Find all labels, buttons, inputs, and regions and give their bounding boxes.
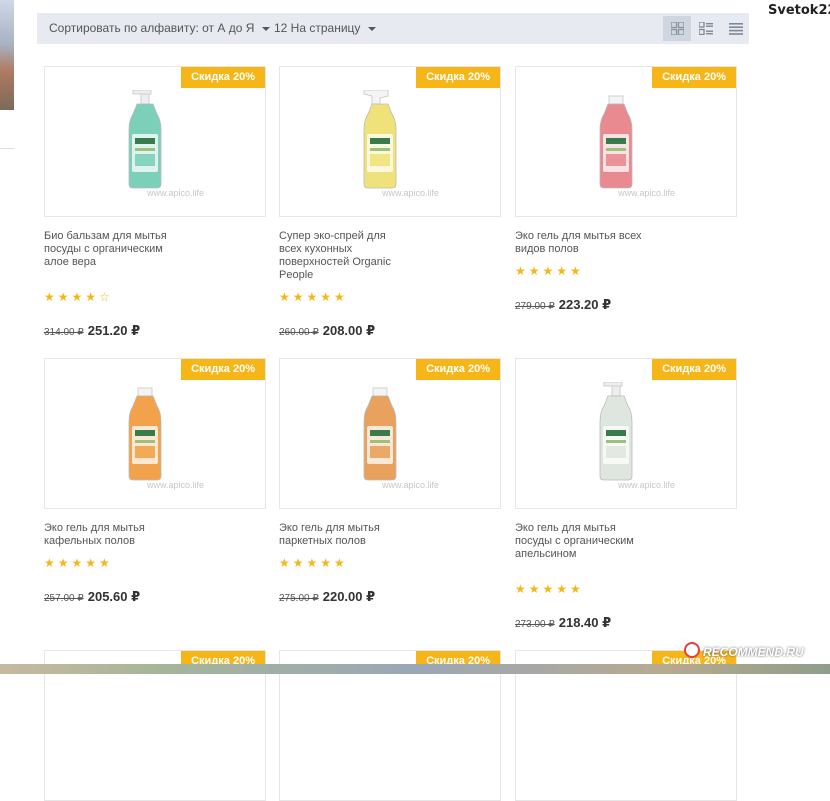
discount-badge: Скидка 20% <box>416 67 500 88</box>
per-page-dropdown[interactable]: 12 На страницу <box>274 13 377 44</box>
grid-view-button[interactable] <box>663 16 691 41</box>
product-bottle-picture <box>594 90 638 195</box>
grid-list-icon <box>699 22 713 35</box>
product-title-link[interactable]: Супер эко-спрей для всех кухонных поверх… <box>279 230 409 282</box>
site-watermark-text: RECOMMEND.RU <box>703 645 804 659</box>
new-price: 208.00 ₽ <box>322 323 376 338</box>
per-page-label: 12 На страницу <box>274 21 361 35</box>
list-icon <box>729 22 743 35</box>
discount-badge: Скидка 20% <box>652 67 736 88</box>
recommend-logo-icon <box>684 642 700 658</box>
product-title-link[interactable]: Эко гель для мытья всех видов полов <box>515 230 645 256</box>
bottom-image-strip <box>0 664 830 674</box>
product-title-link[interactable]: Эко гель для мытья кафельных полов <box>44 522 174 548</box>
sort-dropdown[interactable]: Сортировать по алфавиту: от А до Я <box>49 13 271 44</box>
list-view-button[interactable] <box>722 16 750 41</box>
price-block: 257.00 ₽205.60 ₽ <box>44 588 140 606</box>
price-block: 273.00 ₽218.40 ₽ <box>515 614 611 632</box>
sort-dropdown-label: Сортировать по алфавиту: от А до Я <box>49 21 255 35</box>
new-price: 251.20 ₽ <box>87 323 141 338</box>
discount-badge: Скидка 20% <box>416 359 500 380</box>
left-divider <box>0 148 14 149</box>
product-bottle-picture <box>123 382 167 487</box>
new-price: 218.40 ₽ <box>558 615 612 630</box>
product-bottle-picture <box>358 382 402 487</box>
discount-badge: Скидка 20% <box>652 359 736 380</box>
image-watermark: www.apico.life <box>382 480 440 490</box>
product-image[interactable]: Скидка 20% www.apico.life <box>44 66 266 217</box>
price-block: 279.00 ₽223.20 ₽ <box>515 296 611 314</box>
new-price: 220.00 ₽ <box>322 589 376 604</box>
chevron-down-icon <box>262 26 271 31</box>
product-bottle-picture <box>123 89 167 195</box>
price-block: 260.00 ₽208.00 ₽ <box>279 322 375 340</box>
image-watermark: www.apico.life <box>147 480 205 490</box>
image-watermark: www.apico.life <box>618 188 676 198</box>
old-price: 273.00 ₽ <box>515 619 555 630</box>
old-price: 314.00 ₽ <box>44 327 84 338</box>
rating-stars: ★★★★★ <box>279 290 348 304</box>
grid-icon <box>670 22 684 35</box>
product-image[interactable]: Скидка 20% www.apico.life <box>44 358 266 509</box>
discount-badge: Скидка 20% <box>181 67 265 88</box>
left-edge-image <box>0 0 14 110</box>
old-price: 260.00 ₽ <box>279 327 319 338</box>
rating-stars: ★★★★☆ <box>44 290 113 304</box>
username-label: Svetok22 <box>768 3 830 18</box>
price-block: 314.00 ₽251.20 ₽ <box>44 322 140 340</box>
product-title-link[interactable]: Био бальзам для мытья посуды с органичес… <box>44 230 174 269</box>
product-bottle-picture <box>594 381 638 487</box>
image-watermark: www.apico.life <box>147 188 205 198</box>
rating-stars: ★★★★★ <box>515 264 584 278</box>
new-price: 223.20 ₽ <box>558 297 612 312</box>
chevron-down-icon <box>368 26 377 31</box>
rating-stars: ★★★★★ <box>515 582 584 596</box>
site-watermark: RECOMMEND.RU <box>684 642 804 659</box>
product-image[interactable]: Скидка 20% www.apico.life <box>279 358 501 509</box>
product-image[interactable]: Скидка 20% www.apico.life <box>515 66 737 217</box>
rating-stars: ★★★★★ <box>44 556 113 570</box>
old-price: 275.00 ₽ <box>279 593 319 604</box>
product-bottle-picture <box>358 89 402 195</box>
image-watermark: www.apico.life <box>618 480 676 490</box>
price-block: 275.00 ₽220.00 ₽ <box>279 588 375 606</box>
product-title-link[interactable]: Эко гель для мытья посуды с органическим… <box>515 522 645 561</box>
new-price: 205.60 ₽ <box>87 589 141 604</box>
product-image[interactable]: Скидка 20% www.apico.life <box>279 66 501 217</box>
old-price: 279.00 ₽ <box>515 301 555 312</box>
rating-stars: ★★★★★ <box>279 556 348 570</box>
image-watermark: www.apico.life <box>382 188 440 198</box>
grid-list-view-button[interactable] <box>692 16 720 41</box>
old-price: 257.00 ₽ <box>44 593 84 604</box>
product-image[interactable]: Скидка 20% www.apico.life <box>515 358 737 509</box>
discount-badge: Скидка 20% <box>181 359 265 380</box>
product-title-link[interactable]: Эко гель для мытья паркетных полов <box>279 522 409 548</box>
catalog-toolbar: Сортировать по алфавиту: от А до Я 12 На… <box>37 13 749 44</box>
